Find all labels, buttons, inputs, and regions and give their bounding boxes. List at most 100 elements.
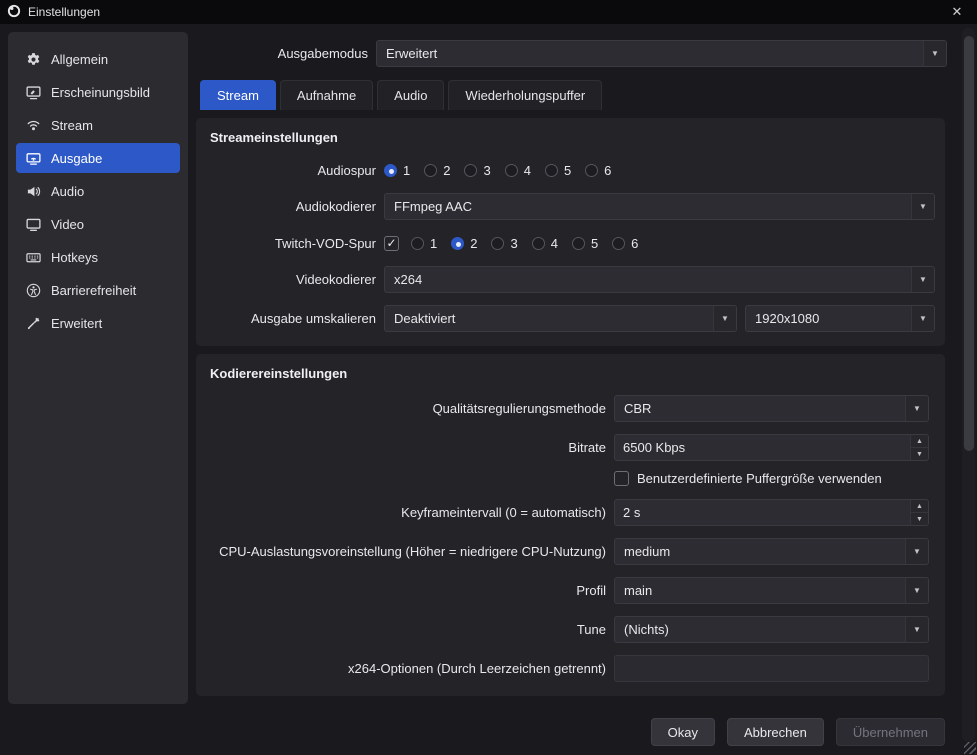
- keyframe-interval-row: Keyframeintervall (0 = automatisch) 2 s …: [206, 499, 935, 526]
- spin-down-icon[interactable]: ▼: [911, 448, 928, 460]
- sidebar-item-erweitert[interactable]: Erweitert: [16, 308, 180, 338]
- audio-track-option-5[interactable]: 5: [544, 163, 571, 178]
- sidebar-item-hotkeys[interactable]: Hotkeys: [16, 242, 180, 272]
- cpu-preset-value: medium: [624, 544, 671, 559]
- video-encoder-select[interactable]: x264 ▼: [384, 266, 935, 293]
- vod-track-option-4[interactable]: 4: [531, 236, 558, 251]
- rescale-label: Ausgabe umskalieren: [250, 311, 376, 326]
- radio-icon[interactable]: [464, 163, 478, 177]
- spin-buttons: ▲ ▼: [910, 435, 928, 460]
- spin-up-icon[interactable]: ▲: [911, 500, 928, 513]
- cpu-preset-select[interactable]: medium ▼: [614, 538, 929, 565]
- bitrate-spinner[interactable]: 6500 Kbps ▲ ▼: [614, 434, 929, 461]
- x264-options-input[interactable]: [614, 655, 929, 682]
- vod-track-label: Twitch-VOD-Spur: [274, 235, 376, 251]
- accessibility-icon: [25, 283, 42, 298]
- radio-icon[interactable]: [411, 236, 424, 250]
- rescale-mode-select[interactable]: Deaktiviert ▼: [384, 305, 737, 332]
- apply-button[interactable]: Übernehmen: [835, 718, 945, 746]
- spin-up-icon[interactable]: ▲: [911, 435, 928, 448]
- keyframe-interval-value: 2 s: [623, 505, 641, 520]
- tab-label: Wiederholungspuffer: [465, 88, 586, 103]
- group-title: Streameinstellungen: [210, 130, 338, 145]
- scrollbar-thumb[interactable]: [963, 36, 974, 451]
- profile-value: main: [624, 583, 653, 598]
- radio-icon[interactable]: [571, 236, 585, 250]
- audio-track-option-1[interactable]: 1: [384, 163, 410, 178]
- rescale-resolution-select[interactable]: 1920x1080 ▼: [745, 305, 935, 332]
- okay-button[interactable]: Okay: [650, 718, 715, 746]
- resize-grip-icon[interactable]: [964, 742, 976, 754]
- rate-control-value: CBR: [624, 401, 652, 416]
- audio-track-option-6[interactable]: 6: [585, 163, 611, 178]
- tune-select[interactable]: (Nichts) ▼: [614, 616, 929, 643]
- bitrate-value: 6500 Kbps: [623, 440, 686, 455]
- chevron-down-icon: ▼: [911, 194, 934, 219]
- sidebar-item-allgemein[interactable]: Allgemein: [16, 44, 180, 74]
- audio-encoder-row: Audiokodierer FFmpeg AAC ▼: [206, 193, 935, 220]
- spin-down-icon[interactable]: ▼: [911, 513, 928, 525]
- vertical-scrollbar[interactable]: [962, 28, 975, 742]
- vod-track-checkbox[interactable]: [384, 235, 399, 251]
- sidebar-item-video[interactable]: Video: [16, 209, 180, 239]
- audio-encoder-select[interactable]: FFmpeg AAC ▼: [384, 193, 935, 220]
- bitrate-row: Bitrate 6500 Kbps ▲ ▼: [206, 434, 935, 461]
- radio-icon[interactable]: [612, 236, 626, 250]
- output-display-icon: [25, 151, 42, 166]
- output-tabs: Stream Aufnahme Audio Wiederholungspuffe…: [196, 80, 951, 110]
- video-encoder-value: x264: [394, 272, 423, 287]
- sidebar-item-stream[interactable]: Stream: [16, 110, 180, 140]
- close-icon[interactable]: ✕: [937, 0, 977, 24]
- rescale-resolution-value: 1920x1080: [755, 311, 820, 326]
- vod-track-option-3[interactable]: 3: [491, 236, 518, 251]
- bitrate-label: Bitrate: [568, 440, 606, 455]
- vod-track-option-5[interactable]: 5: [571, 236, 598, 251]
- sidebar-item-ausgabe[interactable]: Ausgabe: [16, 143, 180, 173]
- radio-icon[interactable]: [424, 163, 438, 177]
- tab-audio[interactable]: Audio: [377, 80, 445, 110]
- cancel-button[interactable]: Abbrechen: [726, 718, 824, 746]
- spin-buttons: ▲ ▼: [910, 500, 928, 525]
- tune-value: (Nichts): [624, 622, 669, 637]
- tab-label: Stream: [217, 88, 259, 103]
- radio-icon[interactable]: [504, 163, 518, 177]
- tools-icon: [25, 316, 42, 331]
- radio-icon[interactable]: [451, 236, 465, 250]
- radio-icon[interactable]: [491, 236, 505, 250]
- vod-track-option-1[interactable]: 1: [411, 236, 437, 251]
- radio-icon[interactable]: [384, 163, 397, 177]
- audio-track-option-2[interactable]: 2: [424, 163, 450, 178]
- tab-wiederholungspuffer[interactable]: Wiederholungspuffer: [448, 80, 603, 110]
- vod-track-option-2[interactable]: 2: [451, 236, 477, 251]
- sidebar-item-label: Erweitert: [51, 315, 103, 331]
- radio-icon[interactable]: [585, 163, 599, 177]
- keyframe-interval-label: Keyframeintervall (0 = automatisch): [401, 505, 606, 520]
- sidebar-item-label: Erscheinungsbild: [51, 84, 151, 100]
- rate-control-select[interactable]: CBR ▼: [614, 395, 929, 422]
- audio-track-option-3[interactable]: 3: [464, 163, 491, 178]
- tab-aufnahme[interactable]: Aufnahme: [279, 80, 374, 110]
- sidebar-item-label: Audio: [51, 183, 85, 199]
- sidebar-item-erscheinungsbild[interactable]: Erscheinungsbild: [16, 77, 180, 107]
- tab-stream[interactable]: Stream: [200, 80, 276, 110]
- dialog-footer: Okay Abbrechen Übernehmen: [196, 718, 951, 755]
- output-mode-value: Erweitert: [386, 46, 438, 61]
- audio-track-row: Audiospur 1 2 3 4 5 6: [206, 159, 935, 181]
- settings-content: Ausgabemodus Erweitert ▼ Stream Aufnahme…: [196, 32, 951, 755]
- vod-track-option-6[interactable]: 6: [612, 236, 638, 251]
- audio-track-option-4[interactable]: 4: [504, 163, 531, 178]
- settings-sidebar: Allgemein Erscheinungsbild Stream Ausgab…: [8, 32, 188, 704]
- chevron-down-icon: ▼: [905, 617, 928, 642]
- main-area: Allgemein Erscheinungsbild Stream Ausgab…: [0, 24, 977, 755]
- sidebar-item-label: Barrierefreiheit: [51, 282, 137, 298]
- sidebar-item-barrierefreiheit[interactable]: Barrierefreiheit: [16, 275, 180, 305]
- sidebar-item-audio[interactable]: Audio: [16, 176, 180, 206]
- output-mode-select[interactable]: Erweitert ▼: [376, 40, 947, 67]
- custom-buffer-checkbox[interactable]: [614, 470, 629, 486]
- radio-icon[interactable]: [544, 163, 558, 177]
- sidebar-item-label: Ausgabe: [51, 150, 103, 166]
- profile-select[interactable]: main ▼: [614, 577, 929, 604]
- radio-icon[interactable]: [531, 236, 545, 250]
- keyframe-interval-spinner[interactable]: 2 s ▲ ▼: [614, 499, 929, 526]
- vod-track-row: Twitch-VOD-Spur 1 2 3 4 5 6: [206, 232, 935, 254]
